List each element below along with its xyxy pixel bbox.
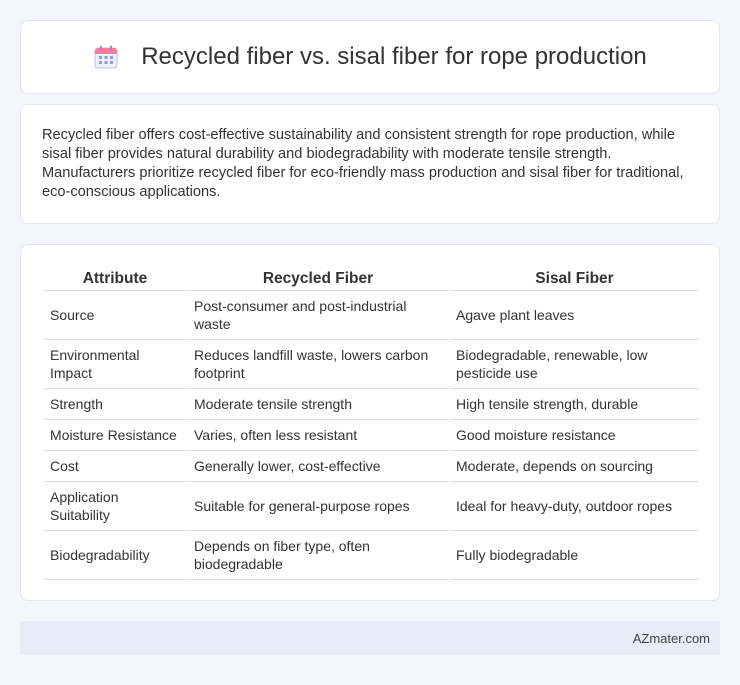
table-cell-sisal: Fully biodegradable <box>450 531 699 580</box>
table-cell-recycled: Depends on fiber type, often biodegradab… <box>188 531 448 580</box>
table-row: Biodegradability Depends on fiber type, … <box>44 531 699 580</box>
table-cell-attribute: Strength <box>44 389 186 420</box>
table-cell-recycled: Post-consumer and post-industrial waste <box>188 291 448 340</box>
table-cell-recycled: Generally lower, cost-effective <box>188 451 448 482</box>
footer-brand: AZmater.com <box>632 630 710 646</box>
table-cell-sisal: High tensile strength, durable <box>450 389 699 420</box>
comparison-table-card: Attribute Recycled Fiber Sisal Fiber Sou… <box>20 244 720 601</box>
table-header-row: Attribute Recycled Fiber Sisal Fiber <box>44 265 699 291</box>
title-card: Recycled fiber vs. sisal fiber for rope … <box>20 20 720 94</box>
table-cell-attribute: Cost <box>44 451 186 482</box>
table-cell-recycled: Suitable for general-purpose ropes <box>188 482 448 531</box>
table-cell-sisal: Biodegradable, renewable, low pesticide … <box>450 340 699 389</box>
summary-card: Recycled fiber offers cost-effective sus… <box>20 104 720 224</box>
table-cell-sisal: Good moisture resistance <box>450 420 699 451</box>
column-header-sisal-fiber: Sisal Fiber <box>450 265 699 291</box>
table-cell-attribute: Application Suitability <box>44 482 186 531</box>
footer: AZmater.com <box>20 621 720 655</box>
table-row: Moisture Resistance Varies, often less r… <box>44 420 699 451</box>
table-row: Cost Generally lower, cost-effective Mod… <box>44 451 699 482</box>
page-title: Recycled fiber vs. sisal fiber for rope … <box>141 43 647 70</box>
calendar-icon <box>93 44 119 70</box>
table-cell-recycled: Moderate tensile strength <box>188 389 448 420</box>
table-cell-recycled: Varies, often less resistant <box>188 420 448 451</box>
column-header-recycled-fiber: Recycled Fiber <box>188 265 448 291</box>
table-cell-attribute: Source <box>44 291 186 340</box>
table-cell-attribute: Biodegradability <box>44 531 186 580</box>
table-row: Application Suitability Suitable for gen… <box>44 482 699 531</box>
table-row: Strength Moderate tensile strength High … <box>44 389 699 420</box>
table-cell-sisal: Moderate, depends on sourcing <box>450 451 699 482</box>
table-row: Environmental Impact Reduces landfill wa… <box>44 340 699 389</box>
table-cell-sisal: Ideal for heavy-duty, outdoor ropes <box>450 482 699 531</box>
table-cell-attribute: Environmental Impact <box>44 340 186 389</box>
table-row: Source Post-consumer and post-industrial… <box>44 291 699 340</box>
table-cell-attribute: Moisture Resistance <box>44 420 186 451</box>
column-header-attribute: Attribute <box>44 265 186 291</box>
summary-text: Recycled fiber offers cost-effective sus… <box>42 127 684 200</box>
table-cell-recycled: Reduces landfill waste, lowers carbon fo… <box>188 340 448 389</box>
table-cell-sisal: Agave plant leaves <box>450 291 699 340</box>
comparison-table: Attribute Recycled Fiber Sisal Fiber Sou… <box>42 265 701 580</box>
